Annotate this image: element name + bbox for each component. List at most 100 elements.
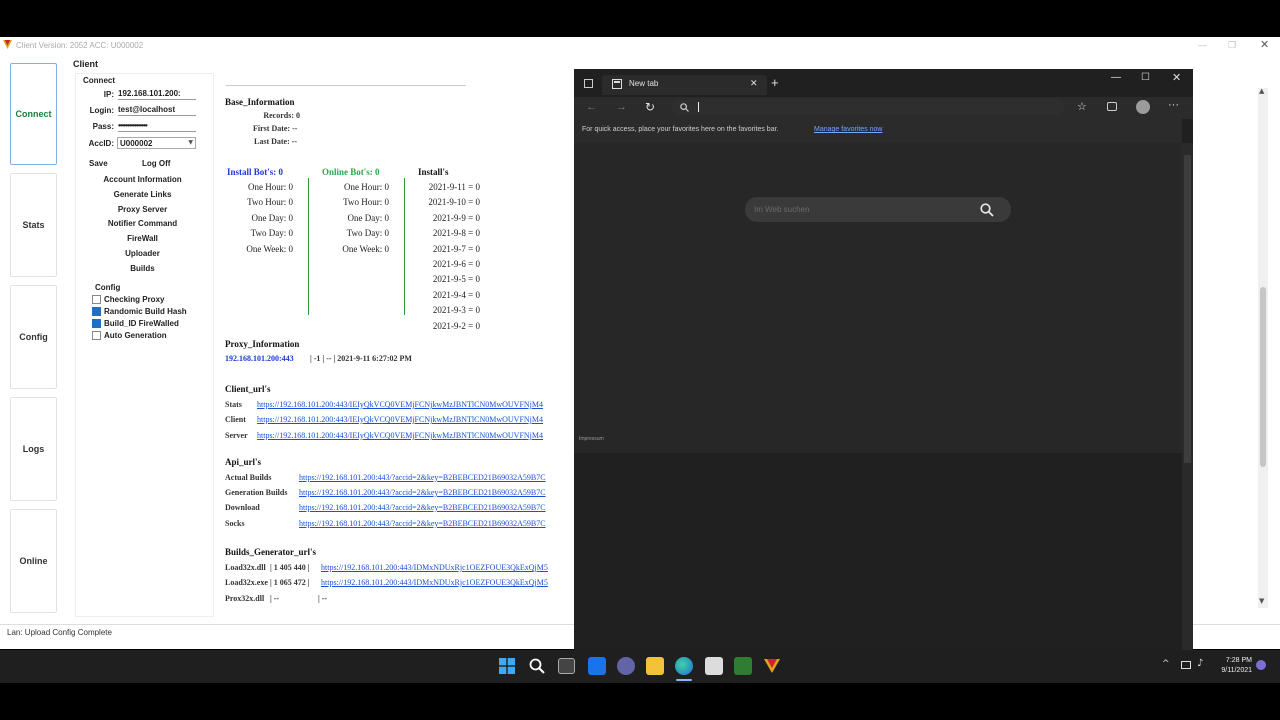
log-off-button[interactable]: Log Off	[142, 159, 170, 168]
forward-icon[interactable]: →	[616, 101, 627, 113]
browser-tab[interactable]	[602, 75, 767, 95]
password-field[interactable]: ••••••••••••••••	[118, 121, 196, 132]
minimize-icon[interactable]: —	[1198, 40, 1207, 50]
checkbox-auto-generation[interactable]: Auto Generation	[92, 331, 167, 340]
task-view-icon[interactable]	[558, 658, 575, 674]
link-generation-builds[interactable]: https://192.168.101.200:443/?accid=2&key…	[299, 488, 573, 497]
pass-label: Pass:	[92, 122, 114, 131]
divider	[308, 178, 309, 315]
favorites-hint: For quick access, place your favorites h…	[582, 126, 779, 133]
address-bar[interactable]	[672, 99, 1064, 115]
save-button[interactable]: Save	[89, 159, 108, 168]
list-item: Two Hour: 0	[247, 197, 293, 208]
list-item: 2021-9-7 = 0	[432, 243, 480, 254]
browser-close-icon[interactable]: ✕	[1172, 71, 1181, 84]
link-load32x-exe[interactable]: https://192.168.101.200:443/IDMxNDUxRjc1…	[321, 578, 573, 587]
checkbox-checking-proxy[interactable]: Checking Proxy	[92, 295, 164, 304]
online-bots-heading: Online Bot's: 0	[322, 167, 380, 177]
link-stats-url[interactable]: https://192.168.101.200:443/IEIyQkVCQ0VE…	[257, 400, 573, 409]
tab-client[interactable]: Client	[73, 59, 98, 69]
link-server-url[interactable]: https://192.168.101.200:443/IEIyQkVCQ0VE…	[257, 431, 573, 440]
list-item: One Week: 0	[342, 243, 389, 254]
nav-connect[interactable]: Connect	[10, 63, 57, 165]
client-app-taskbar-icon[interactable]	[763, 657, 781, 675]
taskbar-search-icon[interactable]	[529, 658, 545, 674]
checkbox-box[interactable]	[92, 331, 101, 340]
manage-favorites-link[interactable]: Manage favorites now	[814, 126, 882, 133]
checkbox-box[interactable]	[92, 307, 101, 316]
build-size-prox32x-dll: | --	[270, 594, 280, 603]
builds-generator-heading: Builds_Generator_url's	[225, 547, 317, 557]
checkbox-build-id-firewalled[interactable]: Build_ID FireWalled	[92, 319, 179, 328]
app-scrollbar-thumb[interactable]	[1260, 287, 1266, 467]
volume-icon[interactable]: ♪	[1197, 658, 1203, 669]
tab-actions-icon[interactable]	[584, 79, 593, 88]
installs-list: 2021-9-11 = 0 2021-9-10 = 0 2021-9-9 = 0…	[412, 180, 480, 334]
web-search-placeholder: Im Web suchen	[754, 205, 810, 214]
install-bots-list: One Hour: 0 Two Hour: 0 One Day: 0 Two D…	[225, 180, 293, 257]
chevron-down-icon: ▼	[188, 139, 193, 146]
store-icon[interactable]	[705, 657, 723, 675]
link-load32x-dll[interactable]: https://192.168.101.200:443/IDMxNDUxRjc1…	[321, 563, 573, 572]
list-item: 2021-9-11 = 0	[428, 182, 480, 192]
generate-links-button[interactable]: Generate Links	[88, 188, 197, 201]
divider	[404, 178, 405, 315]
scroll-up-icon[interactable]: ▲	[1259, 87, 1264, 95]
nav-logs[interactable]: Logs	[10, 397, 57, 501]
favorites-icon[interactable]: ☆	[1077, 100, 1087, 113]
proxy-server-button[interactable]: Proxy Server	[88, 203, 197, 216]
link-download[interactable]: https://192.168.101.200:443/?accid=2&key…	[299, 503, 573, 512]
ip-field[interactable]: 192.168.101.200:	[118, 89, 196, 100]
build-label-load32x-exe: Load32x.exe	[225, 578, 268, 587]
excel-icon[interactable]	[734, 657, 752, 675]
link-socks[interactable]: https://192.168.101.200:443/?accid=2&key…	[299, 519, 573, 528]
base-information-heading: Base_Information	[225, 97, 295, 107]
url-label-server: Server	[225, 431, 248, 440]
uploader-button[interactable]: Uploader	[88, 247, 197, 260]
widgets-icon[interactable]	[588, 657, 606, 675]
nav-online[interactable]: Online	[10, 509, 57, 613]
web-search-icon[interactable]	[980, 203, 994, 217]
login-field[interactable]: test@localhost	[118, 105, 196, 116]
account-information-button[interactable]: Account Information	[88, 173, 197, 186]
checkbox-box[interactable]	[92, 295, 101, 304]
tab-close-icon[interactable]: ✕	[750, 78, 758, 89]
app-logo-icon	[3, 40, 12, 49]
scroll-down-icon[interactable]: ▼	[1259, 597, 1264, 605]
accid-select[interactable]: U000002 ▼	[117, 137, 196, 149]
active-app-indicator	[676, 679, 692, 681]
checkbox-randomic-build-hash[interactable]: Randomic Build Hash	[92, 307, 187, 316]
collections-icon[interactable]	[1107, 102, 1117, 111]
back-icon[interactable]: ←	[586, 101, 597, 113]
refresh-icon[interactable]: ↻	[645, 100, 655, 114]
list-item: One Day: 0	[347, 212, 390, 223]
list-item: 2021-9-6 = 0	[432, 259, 480, 270]
chat-icon[interactable]	[617, 657, 635, 675]
link-client-url[interactable]: https://192.168.101.200:443/IEIyQkVCQ0VE…	[257, 415, 573, 424]
nav-stats[interactable]: Stats	[10, 173, 57, 277]
more-icon[interactable]: ···	[1168, 99, 1179, 111]
link-actual-builds[interactable]: https://192.168.101.200:443/?accid=2&key…	[299, 473, 573, 482]
system-clock[interactable]: 7:28 PM 9/11/2021	[1212, 656, 1252, 676]
network-icon[interactable]	[1181, 661, 1191, 669]
notifications-icon[interactable]	[1256, 660, 1266, 670]
profile-avatar[interactable]	[1136, 100, 1150, 114]
file-explorer-icon[interactable]	[646, 657, 664, 675]
windows-start-icon[interactable]	[499, 658, 515, 674]
checkbox-box[interactable]	[92, 319, 101, 328]
firewall-button[interactable]: FireWall	[88, 232, 197, 245]
edge-browser-icon[interactable]	[675, 657, 693, 675]
browser-scrollbar-thumb[interactable]	[1184, 155, 1191, 463]
nav-config[interactable]: Config	[10, 285, 57, 389]
connect-heading: Connect	[83, 76, 115, 85]
impressum-link[interactable]: Impressum	[579, 436, 604, 442]
notifier-command-button[interactable]: Notifier Command	[88, 217, 197, 230]
builds-button[interactable]: Builds	[88, 262, 197, 275]
proxy-details: | -1 | -- | 2021-9-11 6:27:02 PM	[310, 354, 412, 363]
new-tab-icon[interactable]: +	[771, 75, 779, 90]
maximize-icon[interactable]: ❐	[1228, 40, 1236, 51]
tray-overflow-icon[interactable]: ^	[1162, 659, 1170, 669]
browser-minimize-icon[interactable]: —	[1111, 72, 1121, 83]
close-icon[interactable]: ✕	[1260, 38, 1269, 51]
browser-maximize-icon[interactable]: ☐	[1141, 72, 1150, 83]
